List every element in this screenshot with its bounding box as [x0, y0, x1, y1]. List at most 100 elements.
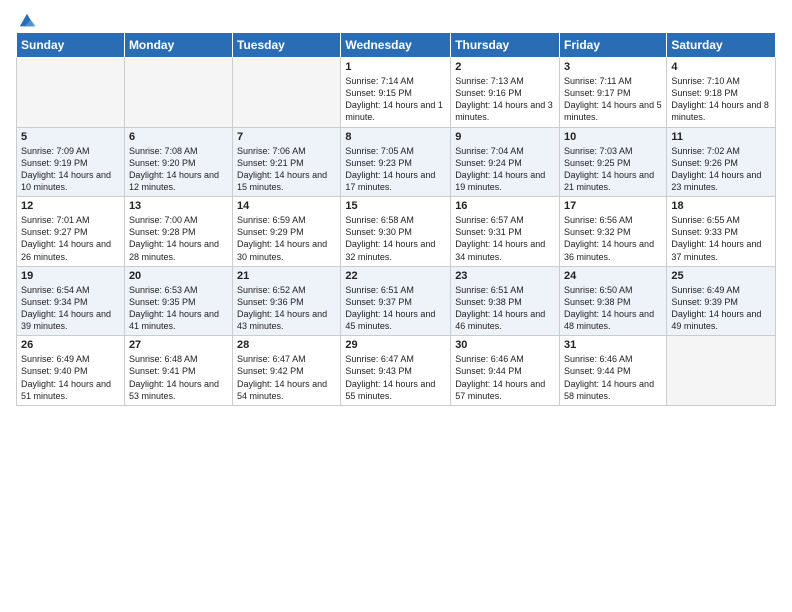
calendar-cell: 24 Sunrise: 6:50 AMSunset: 9:38 PMDayligh…	[560, 266, 667, 336]
cell-info: Sunrise: 7:11 AMSunset: 9:17 PMDaylight:…	[564, 75, 662, 124]
calendar-cell: 4 Sunrise: 7:10 AMSunset: 9:18 PMDaylight…	[667, 58, 776, 128]
calendar-cell: 23 Sunrise: 6:51 AMSunset: 9:38 PMDayligh…	[451, 266, 560, 336]
calendar-cell: 15Sunrise: 6:58 AMSunset: 9:30 PMDayligh…	[341, 197, 451, 267]
header	[16, 12, 776, 24]
calendar-cell: 14 Sunrise: 6:59 AMSunset: 9:29 PMDayligh…	[233, 197, 341, 267]
day-number: 18	[671, 200, 771, 212]
cell-info: Sunrise: 7:10 AMSunset: 9:18 PMDaylight:…	[671, 75, 771, 124]
calendar-cell: 26 Sunrise: 6:49 AMSunset: 9:40 PMDayligh…	[17, 336, 125, 406]
calendar-cell: 22Sunrise: 6:51 AMSunset: 9:37 PMDayligh…	[341, 266, 451, 336]
day-number: 12	[21, 200, 120, 212]
calendar-cell: 31 Sunrise: 6:46 AMSunset: 9:44 PMDayligh…	[560, 336, 667, 406]
calendar-cell: 8 Sunrise: 7:05 AMSunset: 9:23 PMDaylight…	[341, 127, 451, 197]
cell-info: Sunrise: 6:57 AMSunset: 9:31 PMDaylight:…	[455, 214, 555, 263]
day-number: 17	[564, 200, 662, 212]
day-number: 26	[21, 339, 120, 351]
weekday-header-friday: Friday	[560, 33, 667, 58]
cell-info: Sunrise: 7:04 AMSunset: 9:24 PMDaylight:…	[455, 145, 555, 194]
cell-info: Sunrise: 6:49 AMSunset: 9:39 PMDaylight:…	[671, 284, 771, 333]
day-number: 23	[455, 270, 555, 282]
calendar-cell: 17 Sunrise: 6:56 AMSunset: 9:32 PMDayligh…	[560, 197, 667, 267]
day-number: 24	[564, 270, 662, 282]
calendar-cell: 20 Sunrise: 6:53 AMSunset: 9:35 PMDayligh…	[124, 266, 232, 336]
page: SundayMondayTuesdayWednesdayThursdayFrid…	[0, 0, 792, 612]
day-number: 14	[237, 200, 336, 212]
calendar-cell: 2 Sunrise: 7:13 AMSunset: 9:16 PMDaylight…	[451, 58, 560, 128]
cell-info: Sunrise: 6:56 AMSunset: 9:32 PMDaylight:…	[564, 214, 662, 263]
cell-info: Sunrise: 6:53 AMSunset: 9:35 PMDaylight:…	[129, 284, 228, 333]
weekday-header-wednesday: Wednesday	[341, 33, 451, 58]
cell-info: Sunrise: 6:52 AMSunset: 9:36 PMDaylight:…	[237, 284, 336, 333]
logo-icon	[18, 12, 36, 30]
day-number: 3	[564, 61, 662, 73]
calendar-cell: 13 Sunrise: 7:00 AMSunset: 9:28 PMDayligh…	[124, 197, 232, 267]
cell-info: Sunrise: 7:03 AMSunset: 9:25 PMDaylight:…	[564, 145, 662, 194]
day-number: 11	[671, 131, 771, 143]
calendar-cell: 30 Sunrise: 6:46 AMSunset: 9:44 PMDayligh…	[451, 336, 560, 406]
weekday-header-row: SundayMondayTuesdayWednesdayThursdayFrid…	[17, 33, 776, 58]
calendar-cell: 29Sunrise: 6:47 AMSunset: 9:43 PMDayligh…	[341, 336, 451, 406]
day-number: 1	[345, 61, 446, 73]
day-number: 20	[129, 270, 228, 282]
cell-info: Sunrise: 7:13 AMSunset: 9:16 PMDaylight:…	[455, 75, 555, 124]
cell-info: Sunrise: 6:59 AMSunset: 9:29 PMDaylight:…	[237, 214, 336, 263]
cell-info: Sunrise: 6:58 AMSunset: 9:30 PMDaylight:…	[345, 214, 446, 263]
calendar-week-3: 12Sunrise: 7:01 AMSunset: 9:27 PMDayligh…	[17, 197, 776, 267]
cell-info: Sunrise: 6:49 AMSunset: 9:40 PMDaylight:…	[21, 353, 120, 402]
cell-info: Sunrise: 7:05 AMSunset: 9:23 PMDaylight:…	[345, 145, 446, 194]
calendar-week-1: 1 Sunrise: 7:14 AMSunset: 9:15 PMDaylight…	[17, 58, 776, 128]
cell-info: Sunrise: 6:55 AMSunset: 9:33 PMDaylight:…	[671, 214, 771, 263]
calendar-cell: 27Sunrise: 6:48 AMSunset: 9:41 PMDayligh…	[124, 336, 232, 406]
cell-info: Sunrise: 6:51 AMSunset: 9:38 PMDaylight:…	[455, 284, 555, 333]
calendar-cell: 21Sunrise: 6:52 AMSunset: 9:36 PMDayligh…	[233, 266, 341, 336]
calendar-cell: 9Sunrise: 7:04 AMSunset: 9:24 PMDaylight…	[451, 127, 560, 197]
calendar-cell	[17, 58, 125, 128]
calendar-cell: 28 Sunrise: 6:47 AMSunset: 9:42 PMDayligh…	[233, 336, 341, 406]
cell-info: Sunrise: 7:08 AMSunset: 9:20 PMDaylight:…	[129, 145, 228, 194]
calendar-cell: 16 Sunrise: 6:57 AMSunset: 9:31 PMDayligh…	[451, 197, 560, 267]
calendar-cell: 25 Sunrise: 6:49 AMSunset: 9:39 PMDayligh…	[667, 266, 776, 336]
weekday-header-saturday: Saturday	[667, 33, 776, 58]
cell-info: Sunrise: 6:54 AMSunset: 9:34 PMDaylight:…	[21, 284, 120, 333]
calendar-cell: 7 Sunrise: 7:06 AMSunset: 9:21 PMDaylight…	[233, 127, 341, 197]
calendar-week-2: 5Sunrise: 7:09 AMSunset: 9:19 PMDaylight…	[17, 127, 776, 197]
day-number: 13	[129, 200, 228, 212]
cell-info: Sunrise: 7:02 AMSunset: 9:26 PMDaylight:…	[671, 145, 771, 194]
calendar-cell: 11 Sunrise: 7:02 AMSunset: 9:26 PMDayligh…	[667, 127, 776, 197]
cell-info: Sunrise: 6:48 AMSunset: 9:41 PMDaylight:…	[129, 353, 228, 402]
calendar-cell: 19 Sunrise: 6:54 AMSunset: 9:34 PMDayligh…	[17, 266, 125, 336]
cell-info: Sunrise: 6:46 AMSunset: 9:44 PMDaylight:…	[564, 353, 662, 402]
calendar-cell	[233, 58, 341, 128]
calendar-cell: 12Sunrise: 7:01 AMSunset: 9:27 PMDayligh…	[17, 197, 125, 267]
calendar-cell: 3 Sunrise: 7:11 AMSunset: 9:17 PMDaylight…	[560, 58, 667, 128]
calendar-cell: 18 Sunrise: 6:55 AMSunset: 9:33 PMDayligh…	[667, 197, 776, 267]
calendar-cell: 10Sunrise: 7:03 AMSunset: 9:25 PMDayligh…	[560, 127, 667, 197]
calendar-cell: 5Sunrise: 7:09 AMSunset: 9:19 PMDaylight…	[17, 127, 125, 197]
cell-info: Sunrise: 7:14 AMSunset: 9:15 PMDaylight:…	[345, 75, 446, 124]
day-number: 25	[671, 270, 771, 282]
day-number: 16	[455, 200, 555, 212]
calendar-week-4: 19 Sunrise: 6:54 AMSunset: 9:34 PMDayligh…	[17, 266, 776, 336]
day-number: 28	[237, 339, 336, 351]
day-number: 5	[21, 131, 120, 143]
day-number: 30	[455, 339, 555, 351]
cell-info: Sunrise: 7:06 AMSunset: 9:21 PMDaylight:…	[237, 145, 336, 194]
cell-info: Sunrise: 6:47 AMSunset: 9:42 PMDaylight:…	[237, 353, 336, 402]
weekday-header-monday: Monday	[124, 33, 232, 58]
cell-info: Sunrise: 6:46 AMSunset: 9:44 PMDaylight:…	[455, 353, 555, 402]
day-number: 4	[671, 61, 771, 73]
day-number: 7	[237, 131, 336, 143]
weekday-header-sunday: Sunday	[17, 33, 125, 58]
calendar-cell	[124, 58, 232, 128]
calendar-table: SundayMondayTuesdayWednesdayThursdayFrid…	[16, 32, 776, 406]
calendar-cell	[667, 336, 776, 406]
cell-info: Sunrise: 6:47 AMSunset: 9:43 PMDaylight:…	[345, 353, 446, 402]
cell-info: Sunrise: 7:00 AMSunset: 9:28 PMDaylight:…	[129, 214, 228, 263]
day-number: 2	[455, 61, 555, 73]
cell-info: Sunrise: 6:50 AMSunset: 9:38 PMDaylight:…	[564, 284, 662, 333]
day-number: 31	[564, 339, 662, 351]
cell-info: Sunrise: 6:51 AMSunset: 9:37 PMDaylight:…	[345, 284, 446, 333]
day-number: 6	[129, 131, 228, 143]
day-number: 8	[345, 131, 446, 143]
day-number: 19	[21, 270, 120, 282]
